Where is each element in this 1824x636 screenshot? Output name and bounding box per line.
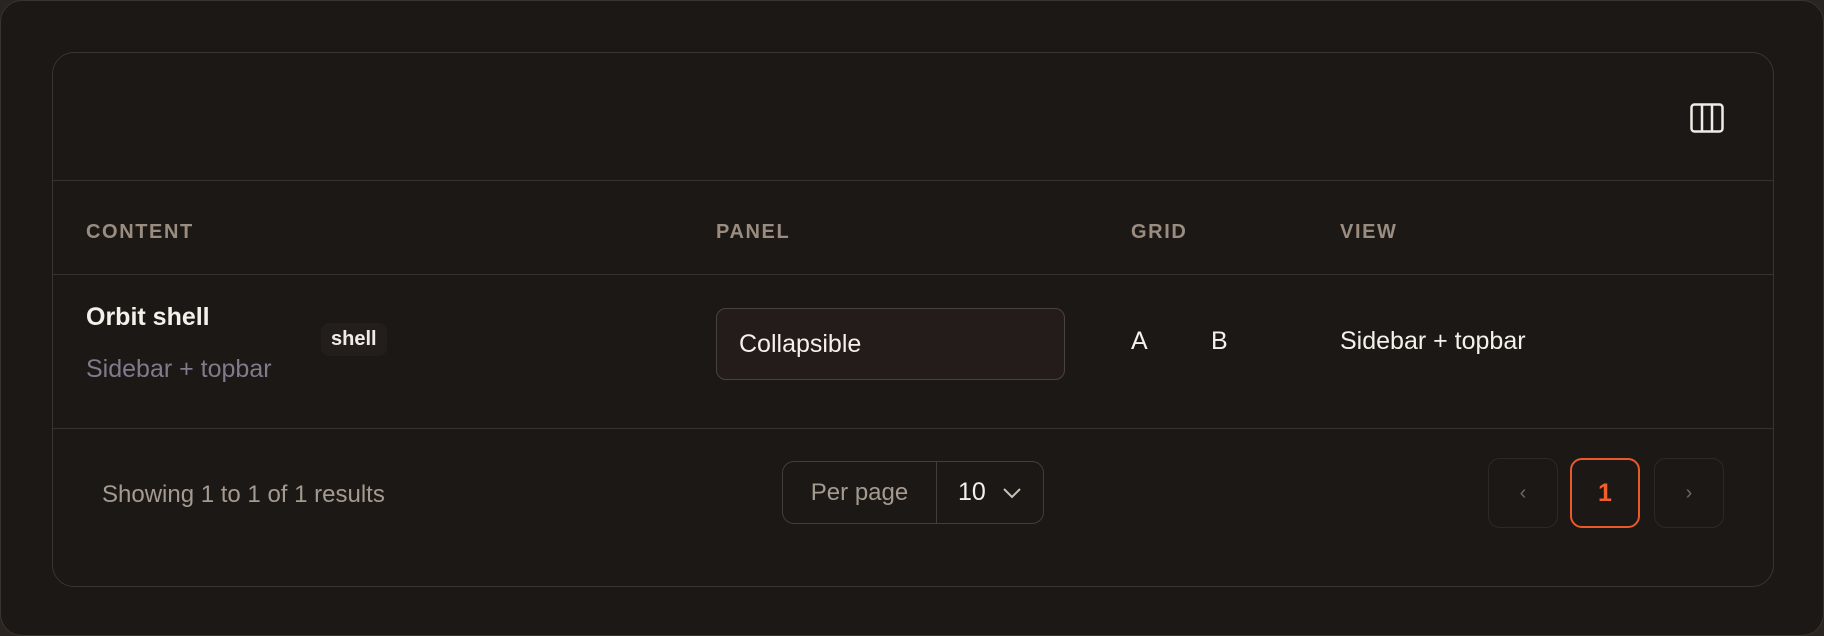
row-tag-badge: shell bbox=[321, 323, 387, 356]
page-1-button[interactable]: 1 bbox=[1570, 458, 1640, 528]
row-subtitle: Sidebar + topbar bbox=[86, 355, 272, 383]
table-toolbar bbox=[53, 53, 1773, 181]
grid-cell-a: A bbox=[1131, 327, 1148, 355]
columns-icon bbox=[1690, 103, 1724, 133]
current-page-number: 1 bbox=[1598, 478, 1612, 507]
chevron-right-icon: › bbox=[1685, 481, 1693, 504]
next-page-button[interactable]: › bbox=[1654, 458, 1724, 528]
panel-field[interactable]: Collapsible bbox=[716, 308, 1065, 380]
table-header: CONTENT PANEL GRID VIEW bbox=[53, 181, 1773, 275]
grid-cell-b: B bbox=[1211, 327, 1228, 355]
per-page-label: Per page bbox=[783, 462, 937, 523]
chevron-down-icon bbox=[1003, 487, 1021, 498]
row-view: Sidebar + topbar bbox=[1340, 327, 1526, 355]
data-table-card: CONTENT PANEL GRID VIEW Orbit shell Side… bbox=[52, 52, 1774, 587]
per-page-control: Per page 10 bbox=[782, 461, 1044, 524]
results-summary: Showing 1 to 1 of 1 results bbox=[102, 481, 385, 508]
panel-field-value: Collapsible bbox=[739, 329, 862, 358]
per-page-value: 10 bbox=[958, 478, 986, 506]
header-grid[interactable]: GRID bbox=[1131, 221, 1187, 244]
row-title: Orbit shell bbox=[86, 303, 210, 331]
columns-toggle-button[interactable] bbox=[1689, 100, 1725, 136]
table-footer: Showing 1 to 1 of 1 results Per page 10 … bbox=[53, 429, 1773, 586]
previous-page-button[interactable]: ‹ bbox=[1488, 458, 1558, 528]
table-row: Orbit shell Sidebar + topbar shell Colla… bbox=[53, 275, 1773, 429]
app-frame: CONTENT PANEL GRID VIEW Orbit shell Side… bbox=[0, 0, 1824, 636]
header-panel[interactable]: PANEL bbox=[716, 221, 790, 244]
per-page-select[interactable]: 10 bbox=[937, 462, 1043, 523]
chevron-left-icon: ‹ bbox=[1519, 481, 1527, 504]
header-view[interactable]: VIEW bbox=[1340, 221, 1398, 244]
header-content[interactable]: CONTENT bbox=[86, 221, 194, 244]
